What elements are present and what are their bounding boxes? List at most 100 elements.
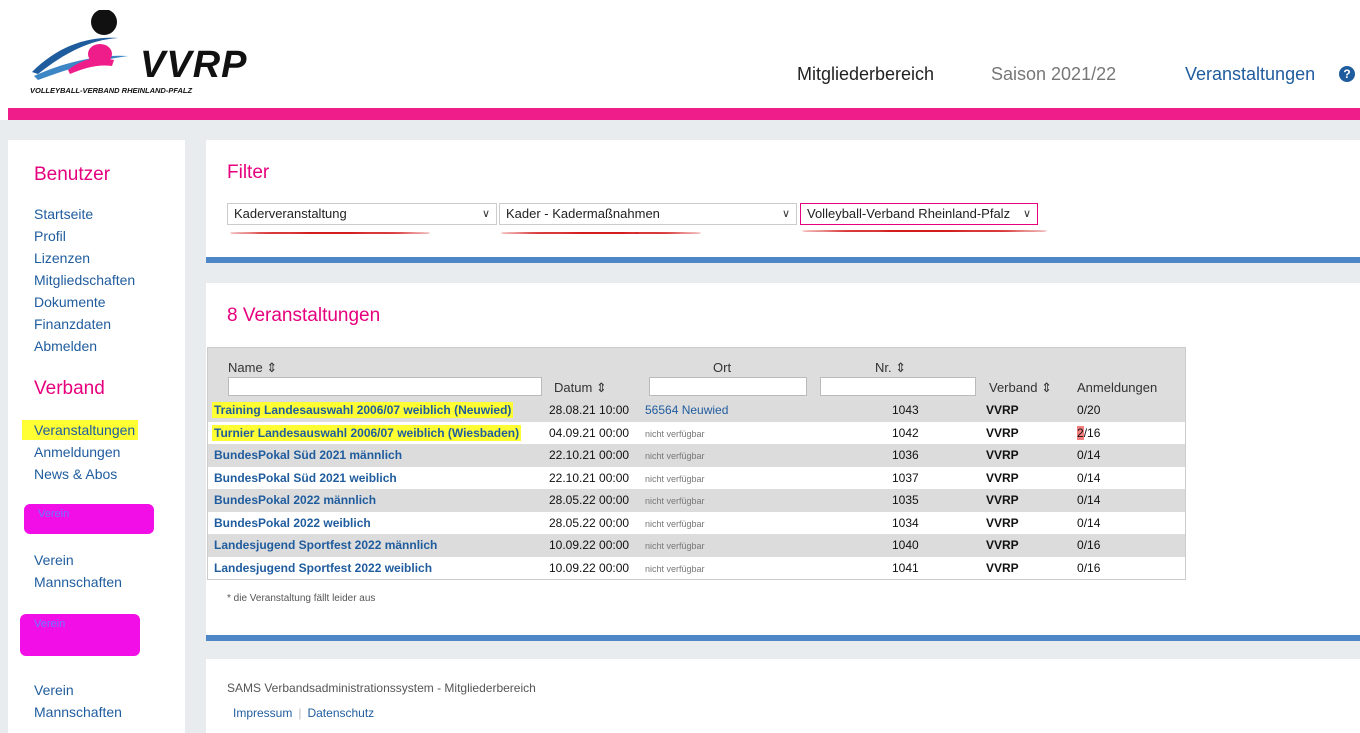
registrations-count: 0 xyxy=(1077,560,1084,575)
registrations-capacity: /14 xyxy=(1083,515,1101,530)
event-name-link[interactable]: BundesPokal 2022 weiblich xyxy=(214,516,371,530)
chevron-down-icon: ∨ xyxy=(781,208,790,220)
sort-icon: ⇕ xyxy=(595,380,607,395)
sidebar-item-verein[interactable]: Verein xyxy=(34,552,74,568)
event-name-link[interactable]: BundesPokal Süd 2021 männlich xyxy=(214,448,402,462)
event-name-link[interactable]: Landesjugend Sportfest 2022 männlich xyxy=(214,538,437,552)
redacted-heading: Verein xyxy=(34,618,66,630)
event-name-link[interactable]: Turnier Landesauswahl 2006/07 weiblich (… xyxy=(212,424,522,441)
red-underline-annotation xyxy=(501,232,701,234)
sidebar-item-lizenzen[interactable]: Lizenzen xyxy=(34,250,90,266)
event-registrations: 0/16 xyxy=(1077,538,1100,552)
sidebar-item-verein[interactable]: Verein xyxy=(34,682,74,698)
nav-mitgliederbereich[interactable]: Mitgliederbereich xyxy=(797,64,934,85)
sidebar-item-abmelden[interactable]: Abmelden xyxy=(34,338,97,354)
sidebar-item-finanzdaten[interactable]: Finanzdaten xyxy=(34,316,111,332)
event-number: 1037 xyxy=(892,470,919,485)
event-name-link[interactable]: Landesjugend Sportfest 2022 weiblich xyxy=(214,561,432,575)
registrations-count: 2 xyxy=(1077,425,1084,440)
event-date: 10.09.22 00:00 xyxy=(549,560,630,575)
column-header-nr-label: Nr. xyxy=(875,360,892,375)
table-row[interactable]: BundesPokal 2022 männlich 28.05.22 00:00… xyxy=(208,489,1185,512)
column-header-name[interactable]: Name ⇕ xyxy=(228,360,277,376)
verband-select-value: Volleyball-Verband Rheinland-Pfalz xyxy=(807,206,1011,221)
event-verband: VVRP xyxy=(986,470,1019,485)
help-icon[interactable]: ? xyxy=(1339,66,1355,82)
event-date: 28.05.22 00:00 xyxy=(549,515,630,530)
table-row[interactable]: Landesjugend Sportfest 2022 weiblich 10.… xyxy=(208,556,1185,579)
nav-saison[interactable]: Saison 2021/22 xyxy=(991,64,1116,85)
name-filter-input[interactable] xyxy=(228,377,542,396)
filter-panel: Filter Kaderveranstaltung ∨ Kader - Kade… xyxy=(206,140,1360,263)
event-date: 22.10.21 00:00 xyxy=(549,470,630,485)
column-header-datum[interactable]: Datum ⇕ xyxy=(554,380,607,396)
sidebar-item-profil[interactable]: Profil xyxy=(34,228,66,244)
sidebar-item-mannschaften[interactable]: Mannschaften xyxy=(34,574,122,590)
event-registrations: 0/14 xyxy=(1077,471,1100,485)
brand-bar xyxy=(8,108,1360,120)
event-location-link[interactable]: 56564 Neuwied xyxy=(645,403,728,417)
datenschutz-link[interactable]: Datenschutz xyxy=(307,706,374,720)
table-row[interactable]: Landesjugend Sportfest 2022 männlich 10.… xyxy=(208,534,1185,557)
column-header-ort: Ort xyxy=(713,360,732,375)
column-header-nr[interactable]: Nr. ⇕ xyxy=(875,360,906,376)
event-name-link[interactable]: BundesPokal Süd 2021 weiblich xyxy=(214,471,397,485)
event-registrations: 0/16 xyxy=(1077,561,1100,575)
nav-veranstaltungen[interactable]: Veranstaltungen xyxy=(1185,64,1315,85)
events-table: Name ⇕ Datum ⇕ Ort Nr. ⇕ Verband ⇕ Anmel… xyxy=(207,347,1186,580)
sidebar-item-startseite[interactable]: Startseite xyxy=(34,206,93,222)
ort-filter-input[interactable] xyxy=(649,377,807,396)
link-separator: | xyxy=(298,706,302,720)
verband-select[interactable]: Volleyball-Verband Rheinland-Pfalz ∨ xyxy=(800,203,1038,225)
event-number: 1036 xyxy=(892,448,919,462)
event-date: 28.05.22 00:00 xyxy=(549,493,630,507)
redaction-scribble: Verein xyxy=(24,504,154,534)
event-verband: VVRP xyxy=(986,403,1019,417)
sidebar-heading-benutzer: Benutzer xyxy=(34,164,111,185)
sort-icon: ⇕ xyxy=(895,360,907,375)
event-location: nicht verfügbar xyxy=(645,428,705,439)
column-header-verband[interactable]: Verband ⇕ xyxy=(989,380,1052,396)
table-row[interactable]: BundesPokal Süd 2021 weiblich 22.10.21 0… xyxy=(208,466,1185,489)
table-row[interactable]: BundesPokal 2022 weiblich 28.05.22 00:00… xyxy=(208,511,1185,534)
sidebar-item-veranstaltungen-label: Veranstaltungen xyxy=(22,420,139,440)
sidebar-item-mitgliedschaften[interactable]: Mitgliedschaften xyxy=(34,272,135,288)
logo-subtitle: VOLLEYBALL-VERBAND RHEINLAND-PFALZ xyxy=(30,86,193,95)
sidebar-item-dokumente[interactable]: Dokumente xyxy=(34,294,106,310)
table-row[interactable]: Turnier Landesauswahl 2006/07 weiblich (… xyxy=(208,421,1185,444)
cancellation-footnote: * die Veranstaltung fällt leider aus xyxy=(227,593,376,604)
sidebar-item-veranstaltungen[interactable]: Veranstaltungen xyxy=(22,420,139,440)
category-select-value: Kader - Kadermaßnahmen xyxy=(506,206,660,221)
table-row[interactable]: Training Landesauswahl 2006/07 weiblich … xyxy=(208,399,1185,422)
event-number: 1042 xyxy=(892,425,919,440)
event-date: 28.08.21 10:00 xyxy=(549,403,630,417)
event-number: 1040 xyxy=(892,538,919,552)
sidebar-item-news-abos[interactable]: News & Abos xyxy=(34,466,117,482)
impressum-link[interactable]: Impressum xyxy=(233,706,292,720)
site-header: VVRP VOLLEYBALL-VERBAND RHEINLAND-PFALZ … xyxy=(0,0,1360,108)
red-underline-annotation xyxy=(802,230,1047,232)
sidebar-item-mannschaften[interactable]: Mannschaften xyxy=(34,704,122,720)
filter-title: Filter xyxy=(227,162,270,183)
footer-links: Impressum | Datenschutz xyxy=(233,706,374,720)
event-number: 1034 xyxy=(892,515,919,530)
registrations-capacity: /14 xyxy=(1083,493,1101,507)
registrations-count: 0 xyxy=(1077,538,1084,552)
event-location: nicht verfügbar xyxy=(645,518,705,529)
events-panel: 8 Veranstaltungen Name ⇕ Datum ⇕ Ort Nr.… xyxy=(206,283,1360,641)
event-date: 10.09.22 00:00 xyxy=(549,538,630,552)
event-type-select[interactable]: Kaderveranstaltung ∨ xyxy=(227,203,497,225)
event-registrations: 0/20 xyxy=(1077,403,1100,417)
column-header-datum-label: Datum xyxy=(554,380,593,395)
volleyball-player-logo-icon xyxy=(32,10,128,80)
event-name-link[interactable]: BundesPokal 2022 männlich xyxy=(214,493,376,507)
column-header-verband-label: Verband xyxy=(989,380,1038,395)
category-select[interactable]: Kader - Kadermaßnahmen ∨ xyxy=(499,203,797,225)
table-row[interactable]: BundesPokal Süd 2021 männlich 22.10.21 0… xyxy=(208,444,1185,467)
sidebar-item-anmeldungen[interactable]: Anmeldungen xyxy=(34,444,120,460)
events-count-title: 8 Veranstaltungen xyxy=(227,305,381,326)
event-verband: VVRP xyxy=(986,448,1019,462)
registrations-count: 0 xyxy=(1077,470,1084,485)
nr-filter-input[interactable] xyxy=(820,377,976,396)
event-name-link[interactable]: Training Landesauswahl 2006/07 weiblich … xyxy=(212,402,514,418)
